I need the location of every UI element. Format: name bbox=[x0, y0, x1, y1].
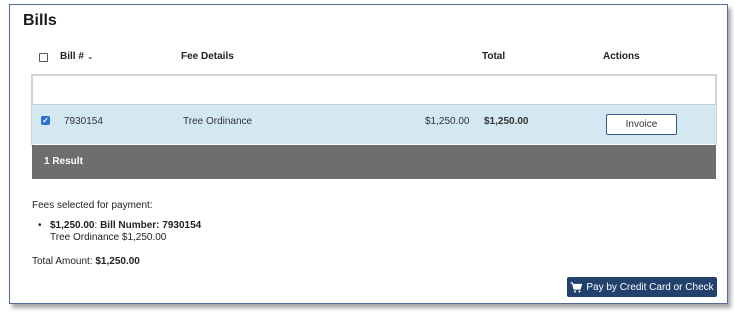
bills-panel: Bills Bill # ⌄ Fee Details Total Actions… bbox=[9, 4, 728, 304]
cart-icon bbox=[570, 281, 583, 292]
page-title: Bills bbox=[23, 12, 57, 29]
fees-selected-label: Fees selected for payment: bbox=[32, 200, 153, 211]
result-count: 1 Result bbox=[44, 156, 83, 167]
result-count-bar: 1 Result bbox=[32, 145, 716, 179]
fee-item-bill-number: Bill Number: 7930154 bbox=[100, 220, 202, 231]
column-header-bill-label: Bill # bbox=[60, 51, 84, 62]
chevron-down-icon[interactable]: ⌄ bbox=[87, 52, 94, 61]
column-header-fee-details: Fee Details bbox=[181, 51, 234, 62]
table-row[interactable]: ✓ 7930154 Tree Ordinance $1,250.00 $1,25… bbox=[32, 104, 716, 144]
pay-button[interactable]: Pay by Credit Card or Check bbox=[567, 277, 717, 297]
bullet-icon: • bbox=[38, 220, 42, 231]
fee-amount-cell: $1,250.00 bbox=[425, 116, 470, 127]
total-amount-label: Total Amount: bbox=[32, 256, 96, 267]
total-amount-value: $1,250.00 bbox=[95, 256, 140, 267]
fee-item-amount: $1,250.00 bbox=[50, 220, 95, 231]
bill-number-cell: 7930154 bbox=[64, 116, 103, 127]
invoice-button[interactable]: Invoice bbox=[606, 114, 677, 135]
select-all-checkbox[interactable] bbox=[39, 53, 48, 62]
fee-item-detail: Tree Ordinance $1,250.00 bbox=[50, 232, 167, 243]
total-cell: $1,250.00 bbox=[484, 116, 529, 127]
total-amount: Total Amount: $1,250.00 bbox=[32, 256, 140, 267]
row-checkbox[interactable]: ✓ bbox=[41, 116, 50, 125]
column-header-bill[interactable]: Bill # ⌄ bbox=[60, 51, 94, 62]
list-item: • $1,250.00: Bill Number: 7930154 Tree Or… bbox=[38, 220, 201, 244]
column-header-total: Total bbox=[482, 51, 506, 62]
fee-details-cell: Tree Ordinance bbox=[183, 116, 253, 127]
pay-button-label: Pay by Credit Card or Check bbox=[586, 281, 714, 293]
column-header-actions: Actions bbox=[603, 51, 640, 62]
